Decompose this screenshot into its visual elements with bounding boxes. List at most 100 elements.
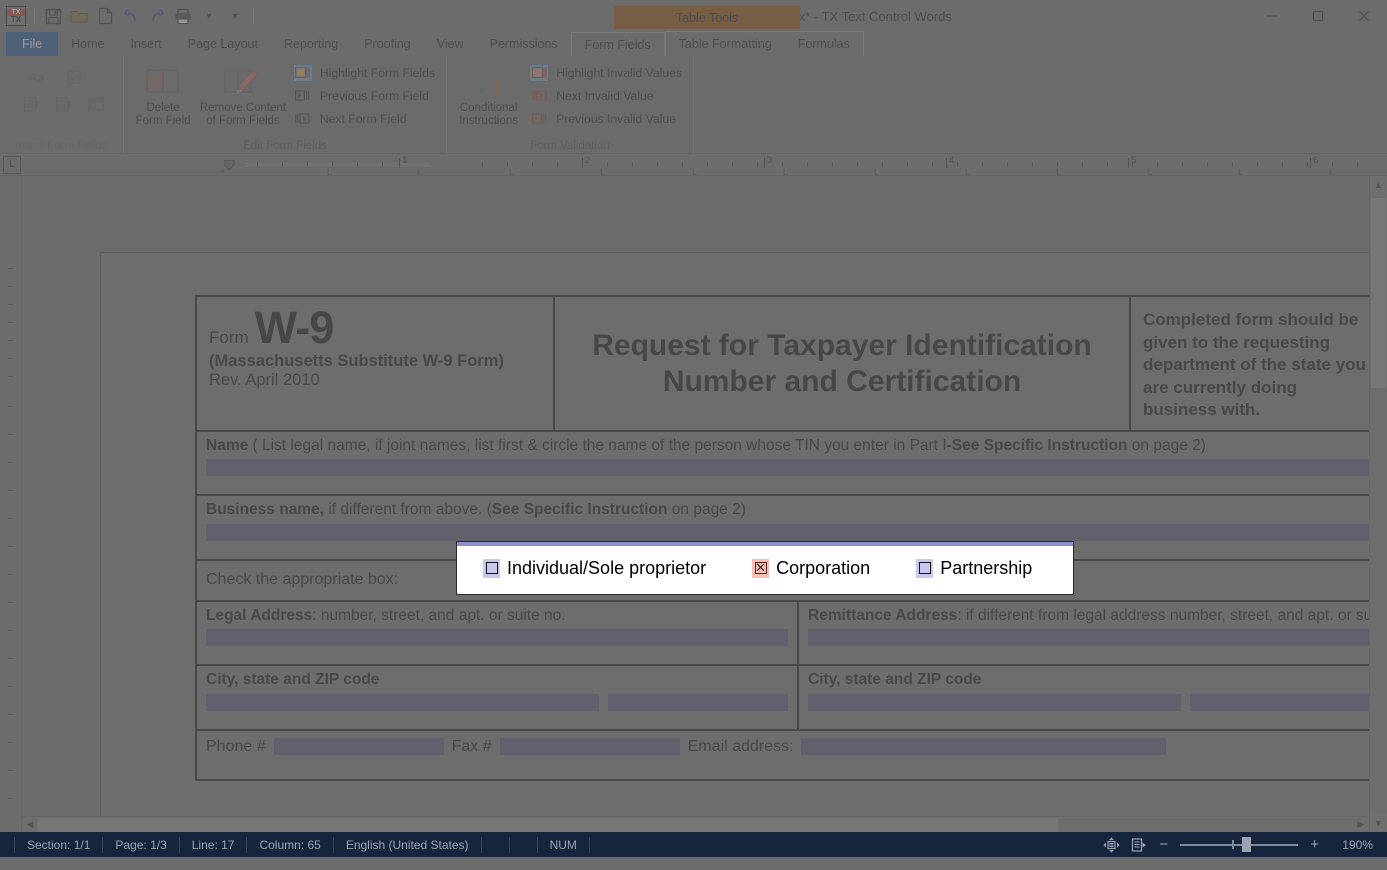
scroll-left-arrow-icon[interactable]: ◀ bbox=[22, 819, 38, 830]
save-icon[interactable] bbox=[41, 3, 65, 29]
tab-home[interactable]: Home bbox=[58, 32, 117, 56]
highlight-invalid-values-toggle[interactable]: Highlight Invalid Values bbox=[527, 62, 686, 83]
vertical-scroll-thumb[interactable] bbox=[1371, 198, 1386, 388]
new-document-icon[interactable] bbox=[93, 3, 117, 29]
name-label-rest: ( List legal name, if joint names, list … bbox=[248, 437, 947, 455]
horizontal-ruler[interactable]: ⇥ 1 2 3 4 5 6 L L L L L L L L L L L L bbox=[27, 154, 1387, 177]
tab-formulas[interactable]: Formulas bbox=[785, 32, 863, 56]
scroll-down-arrow-icon[interactable]: ▼ bbox=[1370, 814, 1387, 832]
open-folder-icon[interactable] bbox=[67, 3, 91, 29]
status-slot-caps[interactable] bbox=[510, 836, 538, 853]
checkbox-option-corporation[interactable]: ✕ Corporation bbox=[752, 558, 870, 579]
remittance-zip-form-field[interactable] bbox=[1190, 693, 1370, 711]
insert-image-form-field-icon[interactable] bbox=[84, 93, 108, 115]
ruler-tab-stop[interactable]: L bbox=[600, 167, 605, 177]
tab-table-formatting[interactable]: Table Formatting bbox=[666, 32, 785, 56]
remittance-address-form-field[interactable] bbox=[808, 629, 1370, 647]
ruler-tab-stop[interactable]: L bbox=[965, 167, 970, 177]
ruler-tab-stop[interactable]: L bbox=[1147, 167, 1152, 177]
delete-form-field-button[interactable]: Delete Form Field bbox=[131, 60, 195, 128]
customize-qat-icon[interactable]: ▼ bbox=[223, 3, 247, 29]
tab-page-layout[interactable]: Page Layout bbox=[175, 32, 271, 56]
maximize-button[interactable] bbox=[1295, 0, 1341, 32]
print-icon[interactable] bbox=[171, 3, 195, 29]
remittance-city-form-field[interactable] bbox=[808, 693, 1181, 711]
status-num-lock[interactable]: NUM bbox=[538, 836, 590, 853]
tab-stop-selector[interactable]: L bbox=[3, 155, 21, 174]
previous-form-field-button[interactable]: Previous Form Field bbox=[291, 85, 439, 106]
corporation-checkbox-icon[interactable]: ✕ bbox=[752, 558, 770, 578]
first-line-indent-marker[interactable] bbox=[223, 159, 238, 177]
entity-type-checkbox-popup[interactable]: Individual/Sole proprietor ✕ Corporation… bbox=[456, 541, 1074, 595]
legal-zip-form-field[interactable] bbox=[608, 693, 788, 711]
tx-app-logo-icon[interactable]: TX TX bbox=[4, 3, 28, 29]
document-canvas[interactable]: Form W-9 (Massachusetts Substitute W-9 F… bbox=[22, 176, 1387, 832]
page-view-icon[interactable] bbox=[1103, 837, 1120, 853]
minimize-button[interactable] bbox=[1249, 0, 1295, 32]
highlight-form-fields-toggle[interactable]: Highlight Form Fields bbox=[291, 62, 439, 83]
zoom-in-button[interactable]: + bbox=[1308, 836, 1321, 853]
partnership-checkbox-icon[interactable] bbox=[916, 558, 934, 578]
status-slot-overtype[interactable] bbox=[482, 836, 510, 853]
tab-file[interactable]: File bbox=[6, 32, 59, 56]
zoom-slider[interactable] bbox=[1180, 837, 1299, 852]
ruler-tab-stop[interactable]: L bbox=[783, 167, 788, 177]
tab-form-fields[interactable]: Form Fields bbox=[570, 32, 665, 56]
legal-address-form-field[interactable] bbox=[206, 629, 788, 647]
status-column[interactable]: Column: 65 bbox=[247, 836, 334, 853]
redo-icon[interactable] bbox=[145, 3, 169, 29]
remove-content-of-form-fields-button[interactable]: Remove Content of Form Fields bbox=[199, 60, 287, 128]
tab-insert[interactable]: Insert bbox=[118, 32, 175, 56]
checkbox-option-individual[interactable]: Individual/Sole proprietor bbox=[483, 558, 706, 579]
ruler-tab-stop[interactable]: L bbox=[1238, 167, 1243, 177]
insert-date-form-field-icon[interactable] bbox=[52, 93, 76, 115]
name-form-field[interactable] bbox=[206, 459, 1370, 477]
insert-text-form-field-icon[interactable]: Aa bbox=[20, 66, 54, 88]
tab-permissions[interactable]: Permissions bbox=[477, 32, 571, 56]
vertical-ruler[interactable] bbox=[0, 176, 22, 832]
next-form-field-button[interactable]: Next Form Field bbox=[291, 108, 439, 129]
ruler-tab-stop[interactable]: L bbox=[327, 167, 332, 177]
email-form-field[interactable] bbox=[801, 738, 1167, 756]
legal-city-form-field[interactable] bbox=[206, 693, 599, 711]
insert-checkbox-form-field-icon[interactable] bbox=[62, 66, 86, 88]
form-word-label: Form bbox=[209, 328, 249, 347]
zoom-level-label[interactable]: 190% bbox=[1331, 838, 1373, 852]
ruler-tab-stop[interactable]: L bbox=[874, 167, 879, 177]
previous-invalid-value-button[interactable]: Previous Invalid Value bbox=[527, 108, 686, 129]
status-section[interactable]: Section: 1/1 bbox=[14, 836, 104, 853]
next-invalid-value-button[interactable]: Next Invalid Value bbox=[527, 85, 686, 106]
ruler-tab-stop[interactable]: L bbox=[1056, 167, 1061, 177]
insert-dropdown-form-field-icon[interactable] bbox=[20, 93, 44, 115]
vertical-scrollbar[interactable]: ▲ ▼ bbox=[1369, 176, 1387, 832]
ruler-tab-stop[interactable]: L bbox=[1329, 167, 1334, 177]
scroll-up-arrow-icon[interactable]: ▲ bbox=[1370, 176, 1387, 194]
horizontal-scrollbar[interactable]: ◀ ▶ bbox=[22, 816, 1369, 832]
conditional-instructions-button[interactable]: Conditional Instructions bbox=[454, 60, 523, 128]
ribbon-tab-strip: File Home Insert Page Layout Reporting P… bbox=[0, 31, 1387, 56]
draft-view-icon[interactable] bbox=[1130, 837, 1147, 853]
ruler-tab-stop[interactable]: L bbox=[417, 167, 422, 177]
close-button[interactable] bbox=[1341, 0, 1387, 32]
left-indent-marker[interactable]: ⇥ bbox=[217, 166, 225, 177]
tab-view[interactable]: View bbox=[424, 32, 477, 56]
print-dropdown-icon[interactable]: ▼ bbox=[197, 3, 221, 29]
phone-form-field[interactable] bbox=[273, 738, 444, 756]
individual-checkbox-icon[interactable] bbox=[483, 558, 500, 578]
fax-form-field[interactable] bbox=[499, 738, 680, 756]
tab-proofing[interactable]: Proofing bbox=[351, 32, 424, 56]
ruler-tab-stop[interactable]: L bbox=[692, 167, 697, 177]
tab-reporting[interactable]: Reporting bbox=[271, 32, 351, 56]
horizontal-scroll-track[interactable] bbox=[38, 817, 1353, 832]
zoom-out-button[interactable]: − bbox=[1157, 836, 1170, 853]
status-language[interactable]: English (United States) bbox=[334, 836, 482, 853]
horizontal-scroll-thumb[interactable] bbox=[38, 817, 1058, 832]
business-name-form-field[interactable] bbox=[206, 523, 1370, 541]
ruler-tab-stop[interactable]: L bbox=[509, 167, 514, 177]
zoom-slider-thumb[interactable] bbox=[1242, 837, 1252, 852]
scroll-right-arrow-icon[interactable]: ▶ bbox=[1353, 819, 1369, 830]
undo-icon[interactable] bbox=[119, 3, 143, 29]
checkbox-option-partnership[interactable]: Partnership bbox=[916, 558, 1032, 579]
status-line[interactable]: Line: 17 bbox=[180, 836, 248, 853]
status-page[interactable]: Page: 1/3 bbox=[103, 836, 180, 853]
